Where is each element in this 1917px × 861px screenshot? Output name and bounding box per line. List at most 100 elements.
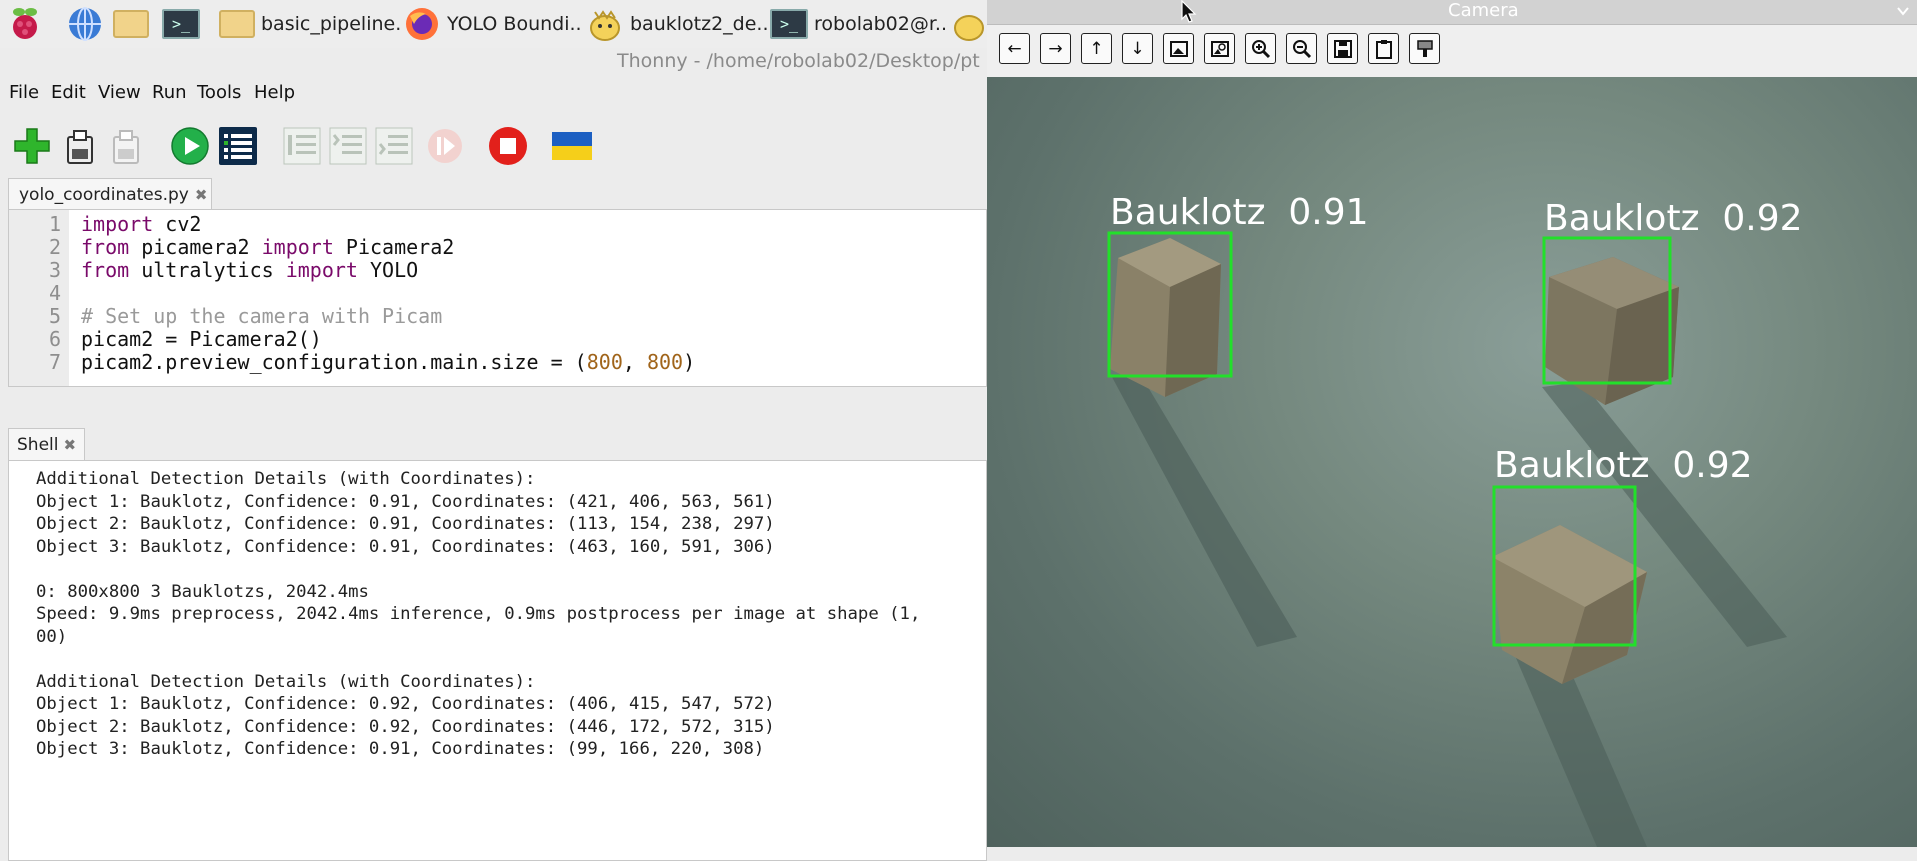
save-file-button[interactable] [104, 124, 148, 168]
line-number: 1 [48, 212, 61, 236]
zoom-out-icon [1292, 39, 1311, 58]
arrow-left-icon: ← [1007, 38, 1022, 59]
code-text: YOLO [357, 258, 419, 282]
camera-image-view[interactable]: Bauklotz 0.91 Bauklotz 0.92 Bauklotz 0.9… [987, 77, 1917, 847]
step-into-button[interactable] [326, 124, 370, 168]
shell-line: Object 3: Bauklotz, Confidence: 0.91, Co… [36, 536, 775, 557]
folder-icon [219, 10, 255, 38]
detection-label: Bauklotz 0.91 [1110, 192, 1369, 233]
taskbar-item-label: YOLO Boundi.. [447, 13, 582, 35]
number-literal: 800 [646, 350, 684, 374]
firefox-icon [403, 5, 441, 43]
edit-image-button[interactable] [1409, 33, 1440, 64]
menu-run[interactable]: Run [152, 82, 187, 103]
wooden-block [1110, 238, 1221, 397]
arrow-up-icon: ↑ [1089, 38, 1104, 59]
wooden-block [1492, 525, 1647, 684]
taskbar-item-robolab-terminal[interactable]: >_ robolab02@r.. [770, 4, 947, 44]
pan-up-button[interactable]: ↑ [1081, 33, 1112, 64]
camera-title-bar: Camera [987, 0, 1917, 25]
image-zoom-icon [1210, 40, 1229, 57]
pan-down-button[interactable]: ↓ [1122, 33, 1153, 64]
close-icon[interactable]: ✖ [195, 186, 208, 204]
plus-icon [14, 128, 50, 164]
step-out-icon [375, 127, 413, 165]
copy-image-button[interactable] [1368, 33, 1399, 64]
code-text: picam2.preview_configuration.main.size =… [81, 350, 587, 374]
keyword: import [81, 212, 154, 236]
new-file-button[interactable] [10, 124, 54, 168]
menu-view[interactable]: View [98, 82, 141, 103]
browser-launcher[interactable] [66, 4, 104, 44]
play-icon [171, 127, 209, 165]
keyword: import [285, 258, 358, 282]
fit-image-button[interactable] [1163, 33, 1194, 64]
taskbar-item-basic-pipeline[interactable]: basic_pipeline. [219, 4, 401, 44]
paint-icon [1416, 39, 1433, 57]
code-editor[interactable]: 1 2 3 4 5 6 7 import cv2 from picamera2 … [8, 209, 987, 387]
code-line: from picamera2 import Picamera2 [81, 235, 454, 259]
thonny-window: Thonny - /home/robolab02/Desktop/pt m Fi… [0, 48, 1004, 861]
camera-toolbar: ← → ↑ ↓ [987, 25, 1917, 77]
taskbar-item-label: bauklotz2_de.. [630, 13, 769, 35]
debug-list-icon [219, 127, 257, 165]
code-text: cv2 [153, 212, 202, 236]
ukraine-support-button[interactable] [550, 124, 594, 168]
stop-button[interactable] [486, 124, 530, 168]
line-number-gutter: 1 2 3 4 5 6 7 [9, 210, 69, 386]
clipboard-icon [1375, 39, 1392, 59]
terminal-launcher[interactable]: >_ [162, 4, 200, 44]
globe-icon [66, 5, 104, 43]
pan-right-button[interactable]: → [1040, 33, 1071, 64]
taskbar-item-overflow[interactable] [950, 4, 988, 44]
arrow-down-icon: ↓ [1130, 38, 1145, 59]
shell-line: 00) [36, 626, 68, 647]
menu-tools[interactable]: Tools [197, 82, 241, 103]
code-text: , [622, 350, 647, 374]
debug-button[interactable] [216, 124, 260, 168]
mouse-cursor-icon [1181, 0, 1197, 23]
window-title-bar: Thonny - /home/robolab02/Desktop/pt m [0, 48, 1004, 78]
shell-tab[interactable]: Shell ✖ [8, 428, 85, 460]
stop-icon [489, 127, 527, 165]
close-icon[interactable]: ✖ [63, 436, 76, 454]
taskbar-item-label: robolab02@r.. [814, 13, 948, 35]
shell-line: Object 2: Bauklotz, Confidence: 0.92, Co… [36, 716, 775, 737]
line-number: 4 [48, 281, 61, 305]
code-line: picam2.preview_configuration.main.size =… [81, 350, 695, 374]
resume-button[interactable] [423, 124, 467, 168]
folder-icon [113, 10, 149, 38]
taskbar-item-bauklotz2[interactable]: bauklotz2_de.. [586, 4, 769, 44]
taskbar-item-label: basic_pipeline. [261, 13, 402, 35]
ukraine-flag-icon [552, 132, 592, 160]
line-number: 7 [48, 350, 61, 374]
original-size-button[interactable] [1204, 33, 1235, 64]
pan-left-button[interactable]: ← [999, 33, 1030, 64]
run-button[interactable] [168, 124, 212, 168]
menu-help[interactable]: Help [254, 82, 295, 103]
taskbar-item-yolo-bounding[interactable]: YOLO Boundi.. [403, 4, 582, 44]
step-out-button[interactable] [372, 124, 416, 168]
keyword: from [81, 235, 130, 259]
save-image-button[interactable] [1327, 33, 1358, 64]
detection-label: Bauklotz 0.92 [1544, 198, 1803, 239]
code-text: ) [683, 350, 696, 374]
menu-file[interactable]: File [9, 82, 39, 103]
code-text: Picamera2 [333, 235, 455, 259]
shell-output[interactable]: Additional Detection Details (with Coord… [8, 460, 987, 861]
shell-line: Object 1: Bauklotz, Confidence: 0.92, Co… [36, 694, 775, 714]
zoom-out-button[interactable] [1286, 33, 1317, 64]
chevron-down-icon[interactable] [1897, 6, 1909, 16]
shell-line: Object 3: Bauklotz, Confidence: 0.91, Co… [36, 739, 765, 759]
raspberry-menu-button[interactable] [6, 4, 44, 44]
shell-line: Additional Detection Details (with Coord… [36, 469, 536, 489]
line-number: 5 [48, 304, 61, 328]
step-over-button[interactable] [280, 124, 324, 168]
file-manager-launcher[interactable] [113, 4, 149, 44]
step-into-icon [329, 127, 367, 165]
editor-tab[interactable]: yolo_coordinates.py ✖ [8, 178, 212, 210]
zoom-in-button[interactable] [1245, 33, 1276, 64]
shell-line: Object 2: Bauklotz, Confidence: 0.91, Co… [36, 514, 775, 534]
menu-edit[interactable]: Edit [51, 82, 86, 103]
open-file-button[interactable] [58, 124, 102, 168]
